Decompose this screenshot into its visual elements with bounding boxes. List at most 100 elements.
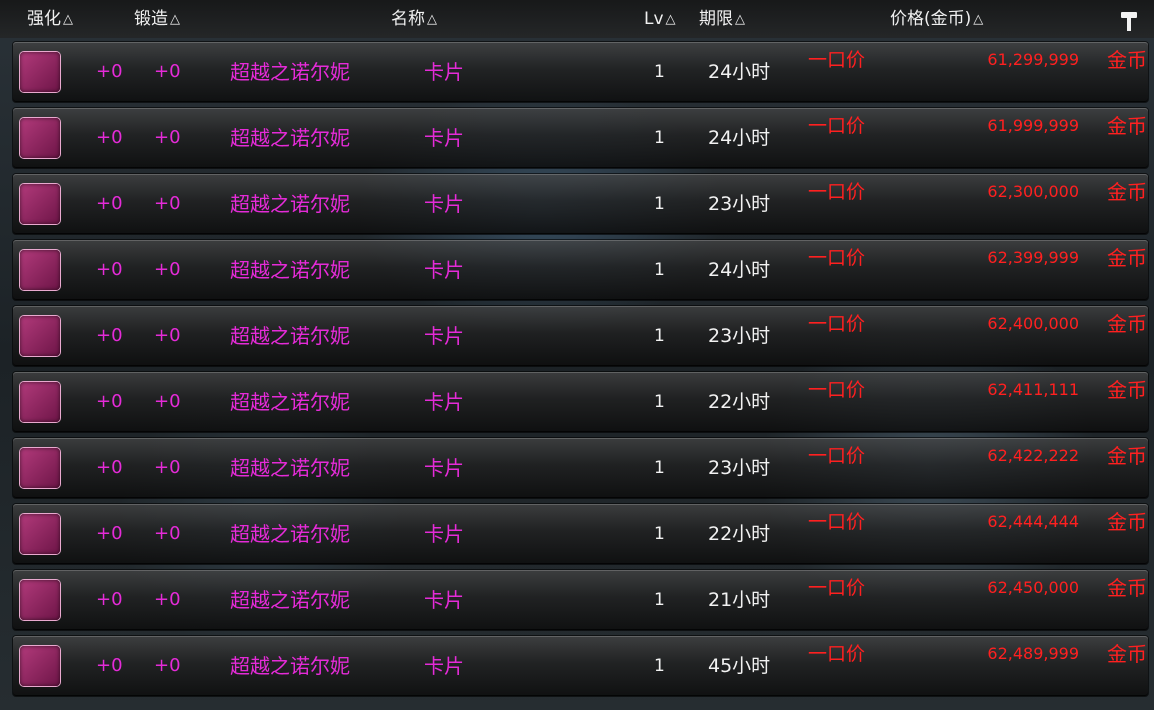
level-value: 1: [654, 260, 665, 280]
level-value: 1: [654, 458, 665, 478]
item-name: 超越之诺尔妮: [230, 324, 350, 348]
card-icon[interactable]: [20, 118, 60, 158]
card-icon[interactable]: [20, 514, 60, 554]
currency-label: 金币: [1107, 510, 1147, 534]
period-value: 22小时: [708, 391, 771, 413]
period-value: 23小时: [708, 193, 771, 215]
item-type: 卡片: [424, 192, 464, 216]
currency-label: 金币: [1107, 444, 1147, 468]
column-forge-header[interactable]: 锻造 △: [134, 7, 180, 31]
sort-arrow-icon: △: [665, 12, 676, 27]
strengthen-value: +0: [96, 655, 123, 676]
price-value: 62,300,000: [987, 182, 1079, 201]
listing-row[interactable]: +0 +0 超越之诺尔妮 卡片 1 23小时 一口价 62,422,222 金币: [13, 438, 1148, 498]
price-value: 62,411,111: [987, 380, 1079, 399]
currency-label: 金币: [1107, 642, 1147, 666]
price-value: 62,450,000: [987, 578, 1079, 597]
sort-arrow-icon: △: [170, 12, 180, 27]
item-type: 卡片: [424, 324, 464, 348]
column-strengthen-label: 强化: [27, 9, 61, 29]
card-icon[interactable]: [20, 580, 60, 620]
card-icon[interactable]: [20, 184, 60, 224]
column-name-header[interactable]: 名称 △: [391, 7, 437, 31]
listing-row[interactable]: +0 +0 超越之诺尔妮 卡片 1 24小时 一口价 62,399,999 金币: [13, 240, 1148, 300]
column-strengthen-header[interactable]: 强化 △: [27, 7, 73, 31]
price-value: 61,299,999: [987, 50, 1079, 69]
strengthen-value: +0: [96, 127, 123, 148]
period-value: 23小时: [708, 325, 771, 347]
card-icon[interactable]: [20, 448, 60, 488]
item-name: 超越之诺尔妮: [230, 654, 350, 678]
card-icon[interactable]: [20, 52, 60, 92]
strengthen-value: +0: [96, 589, 123, 610]
listing-row[interactable]: +0 +0 超越之诺尔妮 卡片 1 22小时 一口价 62,444,444 金币: [13, 504, 1148, 564]
period-value: 24小时: [708, 127, 771, 149]
listing-row[interactable]: +0 +0 超越之诺尔妮 卡片 1 22小时 一口价 62,411,111 金币: [13, 372, 1148, 432]
item-name: 超越之诺尔妮: [230, 258, 350, 282]
buyout-label: 一口价: [808, 379, 866, 401]
sort-arrow-icon: △: [63, 12, 73, 27]
item-type: 卡片: [424, 126, 464, 150]
item-name: 超越之诺尔妮: [230, 456, 350, 480]
item-type: 卡片: [424, 456, 464, 480]
column-period-label: 期限: [699, 9, 733, 29]
strengthen-value: +0: [96, 523, 123, 544]
currency-label: 金币: [1107, 246, 1147, 270]
item-name: 超越之诺尔妮: [230, 192, 350, 216]
buyout-label: 一口价: [808, 313, 866, 335]
card-icon[interactable]: [20, 316, 60, 356]
forge-value: +0: [154, 193, 181, 214]
item-type: 卡片: [424, 258, 464, 282]
forge-value: +0: [154, 523, 181, 544]
period-value: 45小时: [708, 655, 771, 677]
price-value: 62,422,222: [987, 446, 1079, 465]
listing-row[interactable]: +0 +0 超越之诺尔妮 卡片 1 23小时 一口价 62,300,000 金币: [13, 174, 1148, 234]
forge-value: +0: [154, 259, 181, 280]
buyout-label: 一口价: [808, 511, 866, 533]
level-value: 1: [654, 194, 665, 214]
currency-label: 金币: [1107, 312, 1147, 336]
level-value: 1: [654, 656, 665, 676]
currency-label: 金币: [1107, 378, 1147, 402]
level-value: 1: [654, 524, 665, 544]
buyout-label: 一口价: [808, 181, 866, 203]
card-icon[interactable]: [20, 250, 60, 290]
strengthen-value: +0: [96, 391, 123, 412]
price-value: 62,400,000: [987, 314, 1079, 333]
buyout-label: 一口价: [808, 115, 866, 137]
buyout-label: 一口价: [808, 49, 866, 71]
price-value: 62,444,444: [987, 512, 1079, 531]
column-level-header[interactable]: Lv △: [644, 7, 676, 31]
column-price-header[interactable]: 价格(金币) △: [890, 7, 983, 31]
level-value: 1: [654, 590, 665, 610]
price-value: 62,399,999: [987, 248, 1079, 267]
card-icon[interactable]: [20, 382, 60, 422]
strengthen-value: +0: [96, 457, 123, 478]
hammer-icon[interactable]: [1118, 10, 1140, 32]
forge-value: +0: [154, 457, 181, 478]
level-value: 1: [654, 128, 665, 148]
item-type: 卡片: [424, 60, 464, 84]
strengthen-value: +0: [96, 193, 123, 214]
listing-row[interactable]: +0 +0 超越之诺尔妮 卡片 1 24小时 一口价 61,999,999 金币: [13, 108, 1148, 168]
period-value: 23小时: [708, 457, 771, 479]
card-icon[interactable]: [20, 646, 60, 686]
column-price-label: 价格(金币): [890, 9, 972, 29]
listing-row[interactable]: +0 +0 超越之诺尔妮 卡片 1 45小时 一口价 62,489,999 金币: [13, 636, 1148, 696]
strengthen-value: +0: [96, 61, 123, 82]
currency-label: 金币: [1107, 576, 1147, 600]
level-value: 1: [654, 62, 665, 82]
item-name: 超越之诺尔妮: [230, 522, 350, 546]
period-value: 24小时: [708, 61, 771, 83]
column-forge-label: 锻造: [134, 9, 168, 29]
column-period-header[interactable]: 期限 △: [699, 7, 745, 31]
strengthen-value: +0: [96, 325, 123, 346]
listing-row[interactable]: +0 +0 超越之诺尔妮 卡片 1 21小时 一口价 62,450,000 金币: [13, 570, 1148, 630]
column-name-label: 名称: [391, 9, 425, 29]
listing-row[interactable]: +0 +0 超越之诺尔妮 卡片 1 23小时 一口价 62,400,000 金币: [13, 306, 1148, 366]
price-value: 62,489,999: [987, 644, 1079, 663]
buyout-label: 一口价: [808, 643, 866, 665]
buyout-label: 一口价: [808, 577, 866, 599]
listing-row[interactable]: +0 +0 超越之诺尔妮 卡片 1 24小时 一口价 61,299,999 金币: [13, 42, 1148, 102]
buyout-label: 一口价: [808, 445, 866, 467]
